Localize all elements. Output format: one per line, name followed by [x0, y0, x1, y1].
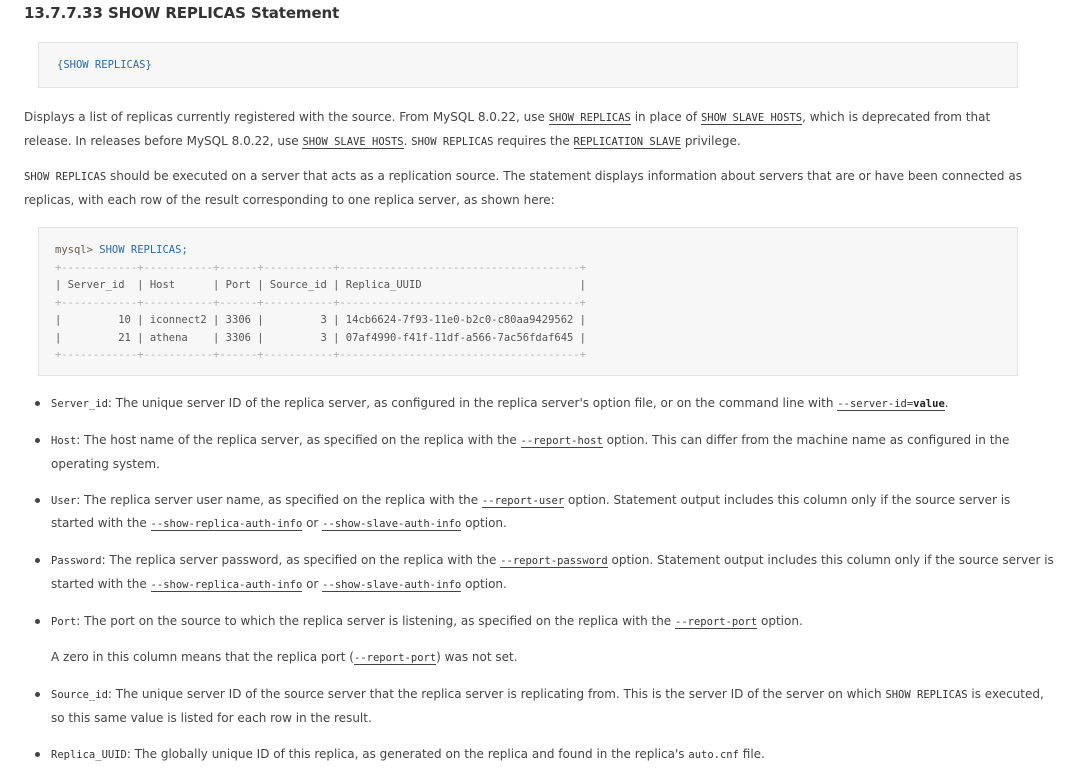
bullet-icon — [35, 401, 40, 406]
bullet-icon — [35, 558, 40, 563]
code-show-replicas: SHOW REPLICAS — [411, 135, 494, 148]
table-border-bottom: +------------+-----------+------+-------… — [55, 349, 587, 361]
bullet-icon — [35, 438, 40, 443]
link-report-port[interactable]: --report-port — [675, 615, 758, 629]
table-border-mid: +------------+-----------+------+-------… — [55, 296, 587, 309]
link-show-replica-auth-info[interactable]: --show-replica-auth-info — [150, 518, 303, 531]
link-show-replicas[interactable]: SHOW REPLICAS — [548, 112, 631, 125]
list-item-server-id: Server_id: The unique server ID of the r… — [24, 392, 1054, 416]
link-show-replica-auth-info[interactable]: --show-replica-auth-info — [150, 578, 303, 592]
link-server-id-option[interactable]: --server-id=value — [837, 396, 945, 411]
mysql-prompt: mysql> — [55, 244, 93, 256]
table-border-top: +------------+-----------+------+-------… — [55, 261, 587, 274]
syntax-block: {SHOW REPLICAS} — [38, 42, 1018, 88]
link-show-slave-hosts-2[interactable]: SHOW SLAVE HOSTS — [302, 135, 404, 149]
bullet-icon — [35, 751, 40, 757]
link-replication-slave[interactable]: REPLICATION SLAVE — [573, 135, 681, 149]
list-item-source-id: Source_id: The unique server ID of the s… — [24, 683, 1054, 729]
bullet-icon — [35, 497, 40, 503]
table-row: | 10 | iconnect2 | 3306 | 3 | 14cb6624-7… — [55, 314, 587, 326]
port-note: A zero in this column means that the rep… — [51, 650, 518, 665]
link-show-slave-hosts[interactable]: SHOW SLAVE HOSTS — [700, 112, 803, 125]
link-report-password[interactable]: --report-password — [500, 555, 608, 568]
link-report-port-2[interactable]: --report-port — [353, 652, 437, 665]
list-item-user: User: The replica server user name, as s… — [24, 489, 1054, 536]
bullet-icon — [35, 618, 40, 624]
link-show-slave-auth-info[interactable]: --show-slave-auth-info — [322, 578, 462, 592]
description-paragraph: Displays a list of replicas currently re… — [24, 110, 991, 149]
example-output-block: mysql> SHOW REPLICAS; +------------+----… — [38, 227, 1018, 376]
table-header-row: | Server_id | Host | Port | Source_id | … — [55, 279, 587, 291]
usage-paragraph: SHOW REPLICAS should be executed on a se… — [24, 169, 1022, 207]
list-item-port: Port: The port on the source to which th… — [24, 610, 1054, 670]
table-row: | 21 | athena | 3306 | 3 | 07af4990-f41f… — [55, 331, 587, 344]
list-item-replica-uuid: Replica_UUID: The globally unique ID of … — [24, 743, 1054, 767]
bullet-icon — [35, 692, 40, 697]
link-report-user[interactable]: --report-user — [481, 494, 565, 508]
column-descriptions-list: Server_id: The unique server ID of the r… — [24, 392, 1054, 780]
example-command: SHOW REPLICAS; — [92, 244, 188, 256]
list-item-host: Host: The host name of the replica serve… — [24, 429, 1054, 475]
code-show-replicas: SHOW REPLICAS — [24, 171, 107, 183]
link-report-host[interactable]: --report-host — [520, 435, 603, 448]
code-auto-cnf: auto.cnf — [688, 748, 739, 761]
page-title: 13.7.7.33 SHOW REPLICAS Statement — [24, 4, 340, 22]
link-show-slave-auth-info[interactable]: --show-slave-auth-info — [322, 518, 462, 531]
syntax-text: {SHOW REPLICAS} — [57, 59, 152, 71]
list-item-password: Password: The replica server password, a… — [24, 549, 1054, 596]
code-show-replicas: SHOW REPLICAS — [885, 689, 968, 701]
documentation-page: 13.7.7.33 SHOW REPLICAS Statement {SHOW … — [0, 0, 1080, 764]
